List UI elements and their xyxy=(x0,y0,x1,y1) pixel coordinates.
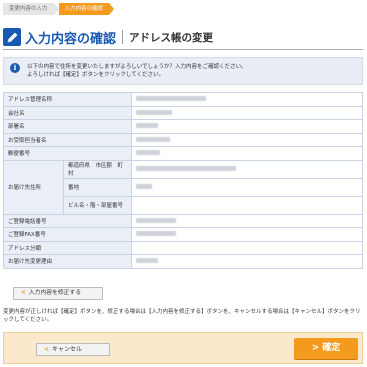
redacted-value xyxy=(136,123,159,129)
page-heading: 入力内容の確認 アドレス帳の変更 xyxy=(3,26,363,48)
redacted-value xyxy=(136,136,171,142)
notice-line-1: 以下の内容で住所を変更いたしますがよろしいでしょうか？入力内容をご確認ください。 xyxy=(27,64,247,70)
title-divider xyxy=(122,30,124,44)
redacted-value xyxy=(136,184,153,189)
step-indicator: 変更内容の入力 入力内容の確認 xyxy=(3,3,115,15)
row-value xyxy=(131,92,363,107)
row-value xyxy=(131,119,363,134)
row-label: お受取担当者名 xyxy=(2,132,133,147)
action-bar: < キャンセル > 確定 xyxy=(3,332,363,364)
sub-row-label: 都道府県 市区郡 町村 xyxy=(62,159,133,179)
table-row: アドレス分類 xyxy=(2,240,363,255)
row-value xyxy=(131,132,363,147)
row-value xyxy=(131,213,363,228)
table-row: 部署名 xyxy=(2,119,363,134)
redacted-value xyxy=(136,217,177,223)
row-label: 会社名 xyxy=(2,105,133,120)
row-value xyxy=(131,195,363,215)
sub-row-label: ビル名・階・部屋番号 xyxy=(62,195,133,215)
notice-text: 以下の内容で住所を変更いたしますがよろしいでしょうか？入力内容をご確認ください。… xyxy=(27,63,247,79)
redacted-value xyxy=(136,166,237,171)
cancel-label: キャンセル xyxy=(52,346,83,353)
chevron-left-icon: < xyxy=(21,290,26,296)
row-label: お届け先住所 xyxy=(3,159,64,215)
row-label: 部署名 xyxy=(2,119,133,134)
redacted-value xyxy=(136,150,161,156)
row-label: お届け先変更理由 xyxy=(2,254,133,269)
step-input: 変更内容の入力 xyxy=(3,3,54,15)
redacted-value xyxy=(136,109,173,115)
redacted-value xyxy=(136,258,159,264)
pencil-icon xyxy=(3,28,21,46)
chevron-left-icon: < xyxy=(44,346,50,353)
table-row: 郵便番号 xyxy=(2,146,363,161)
row-value xyxy=(131,159,363,179)
row-label: アドレス分類 xyxy=(2,240,133,255)
confirmation-notice: i 以下の内容で住所を変更いたしますがよろしいでしょうか？入力内容をご確認くださ… xyxy=(3,57,363,85)
table-row: 会社名 xyxy=(2,105,363,120)
info-icon: i xyxy=(10,63,20,73)
page-subtitle: アドレス帳の変更 xyxy=(129,31,214,44)
step-arrow xyxy=(109,3,115,15)
row-value xyxy=(131,227,363,242)
table-row: アドレス管理名称 xyxy=(2,92,363,107)
row-value xyxy=(131,177,363,197)
row-label: ご登録電話番号 xyxy=(2,213,133,228)
cancel-button[interactable]: < キャンセル xyxy=(36,343,110,356)
table-row: お届け先住所 都道府県 市区郡 町村 xyxy=(3,159,363,215)
instructions-text: 変更内容が正しければ【確定】ボタンを、修正する場合は【入力内容を修正する】ボタン… xyxy=(3,309,361,323)
edit-input-label: 入力内容を修正する xyxy=(28,290,82,296)
row-label: 郵便番号 xyxy=(2,146,133,161)
notice-line-2: よろしければ【確定】ボタンをクリックしてください。 xyxy=(27,72,165,78)
row-label: ご登録FAX番号 xyxy=(2,227,133,242)
table-row: お受取担当者名 xyxy=(2,132,363,147)
step-confirm: 入力内容の確認 xyxy=(58,3,110,15)
redacted-value xyxy=(136,231,177,237)
table-row: お届け先変更理由 xyxy=(2,254,363,269)
row-value xyxy=(131,146,363,161)
redacted-value xyxy=(136,96,207,102)
table-row: ご登録FAX番号 xyxy=(2,227,363,242)
row-value xyxy=(131,254,363,269)
confirm-label: 確定 xyxy=(322,343,341,353)
row-value xyxy=(131,240,363,255)
heading-rule xyxy=(3,49,363,50)
sub-row-label: 番地 xyxy=(62,177,133,197)
confirm-button[interactable]: > 確定 xyxy=(294,338,358,359)
table-row: ご登録電話番号 xyxy=(2,213,363,228)
row-value xyxy=(131,105,363,120)
address-detail-table: アドレス管理名称 会社名 部署名 お受取担当者名 郵便番号 お届け先住所 都道府… xyxy=(2,92,363,269)
chevron-right-icon: > xyxy=(311,343,320,353)
page-title: 入力内容の確認 xyxy=(25,31,117,47)
row-label: アドレス管理名称 xyxy=(2,92,133,107)
edit-input-button[interactable]: < 入力内容を修正する xyxy=(13,287,103,300)
